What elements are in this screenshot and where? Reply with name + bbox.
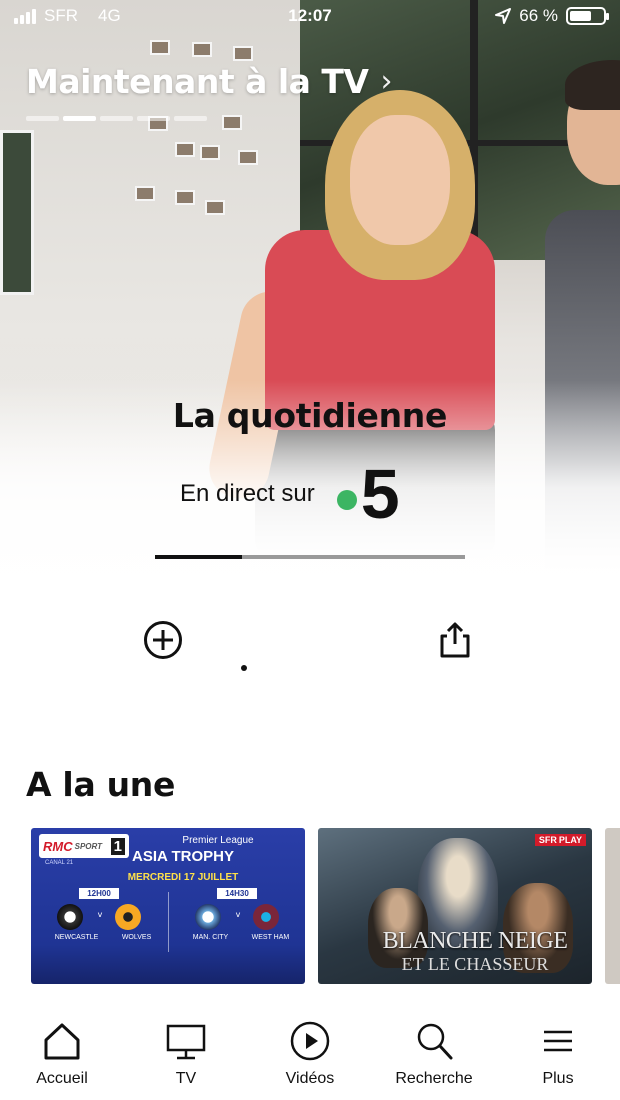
share-button[interactable] [437, 620, 473, 660]
featured-card-movie[interactable]: SFR PLAY BLANCHE NEIGE ET LE CHASSEUR [318, 828, 592, 984]
network-label: 4G [98, 6, 121, 25]
pager-segment [63, 116, 96, 121]
home-icon [44, 1023, 80, 1060]
sfr-play-badge: SFR PLAY [534, 834, 586, 846]
tab-recherche[interactable]: Recherche [379, 1020, 489, 1100]
featured-card-next[interactable] [605, 828, 620, 984]
play-icon [290, 1021, 330, 1061]
match-fixture: 14H30 v MAN. CITY WEST HAM [192, 888, 290, 941]
plus-circle-icon [144, 621, 182, 659]
canal-caption: CANAL 21 [45, 860, 74, 866]
progress-bar [155, 555, 465, 559]
tv-icon [166, 1024, 206, 1060]
channel-logo: 5 [336, 455, 400, 533]
event-title: ASIA TROPHY [132, 848, 234, 865]
tab-label: TV [175, 1070, 197, 1087]
carousel-pager [26, 116, 207, 121]
live-info: En direct sur 5 [180, 455, 400, 533]
featured-card-sport[interactable]: RMC SPORT 1 CANAL 21 Premier League ASIA… [31, 828, 305, 984]
chevron-right-icon: › [380, 64, 392, 99]
pager-segment [100, 116, 133, 121]
west-ham-crest-icon [253, 904, 279, 930]
tab-label: Recherche [395, 1070, 473, 1087]
section-title-label: Maintenant à la TV [26, 62, 369, 101]
search-icon [417, 1023, 453, 1060]
tab-label: Plus [542, 1070, 574, 1087]
league-label: Premier League [182, 835, 254, 846]
location-icon [495, 8, 512, 24]
signal-icon [14, 8, 36, 24]
divider [168, 892, 169, 952]
movie-title: BLANCHE NEIGE [382, 928, 568, 954]
page-dot [241, 665, 247, 671]
menu-icon [544, 1030, 572, 1052]
newcastle-crest-icon [57, 904, 83, 930]
tab-videos[interactable]: Vidéos [255, 1020, 365, 1100]
show-title: La quotidienne [172, 396, 448, 435]
pager-segment [174, 116, 207, 121]
add-button[interactable] [143, 620, 183, 660]
tab-plus[interactable]: Plus [503, 1020, 613, 1100]
wolves-crest-icon [115, 904, 141, 930]
movie-subtitle: ET LE CHASSEUR [401, 954, 549, 974]
pager-segment [26, 116, 59, 121]
event-date: MERCREDI 17 JUILLET [127, 872, 239, 883]
match-fixture: 12H00 v NEWCASTLE WOLVES [54, 888, 152, 941]
section-title-featured: A la une [26, 765, 176, 804]
share-icon [440, 622, 470, 658]
live-label: En direct sur [180, 480, 315, 507]
tab-bar: Accueil TV Vidéos Recherche Plus [0, 1020, 620, 1100]
tab-accueil[interactable]: Accueil [7, 1020, 117, 1100]
battery-percent: 66 % [519, 6, 558, 25]
hero-window [0, 130, 34, 295]
man-city-crest-icon [195, 904, 221, 930]
section-title-now-on-tv[interactable]: Maintenant à la TV › [26, 62, 392, 101]
tab-label: Accueil [36, 1070, 88, 1087]
carrier-label: SFR [44, 6, 78, 25]
channel-dot-icon [336, 490, 357, 510]
battery-icon [566, 7, 609, 25]
channel-number: 5 [360, 455, 400, 533]
pager-segment [137, 116, 170, 121]
status-bar: SFR 4G 12:07 66 % [0, 0, 620, 32]
tab-label: Vidéos [285, 1070, 335, 1087]
rmc-sport-logo: RMC SPORT 1 [39, 834, 129, 858]
tab-tv[interactable]: TV [131, 1020, 241, 1100]
